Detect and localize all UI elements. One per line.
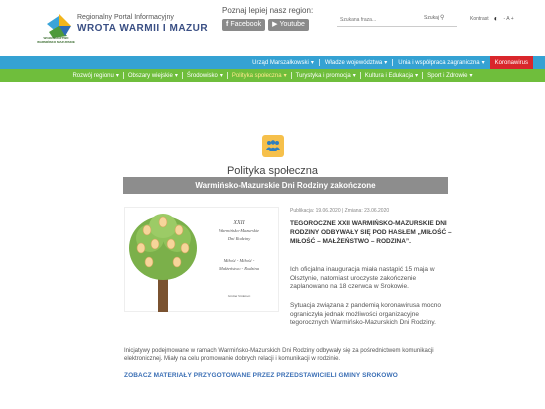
chevron-down-icon: ▾ <box>174 73 178 79</box>
article-title: Warmińsko-Mazurskie Dni Rodziny zakończo… <box>123 177 448 194</box>
region-label: Poznaj lepiej nasz region: <box>222 6 314 15</box>
youtube-icon: ▶ <box>272 21 278 28</box>
nav-item-rozwoj-regionu[interactable]: Rozwój regionu ▾ <box>68 72 122 80</box>
nav-item-koronawirus[interactable]: Koronawirus <box>489 56 533 69</box>
more-materials-link[interactable]: ZOBACZ MATERIAŁY PRZYGOTOWANE PRZEZ PRZE… <box>124 372 398 379</box>
article-lead: TEGOROCZNE XXII WARMIŃSKO-MAZURSKIE DNI … <box>290 220 452 245</box>
category-title: Polityka społeczna <box>226 165 319 177</box>
people-icon <box>262 135 284 157</box>
logo-subtitle: WOJEWÓDZTWO WARMIŃSKO MAZURSKIE <box>37 36 75 44</box>
portal-title[interactable]: WROTA WARMII I MAZUR <box>77 23 208 34</box>
search-button[interactable]: Szukaj ⚲ <box>424 14 445 22</box>
nav-item-unia[interactable]: Unia i współpraca zagraniczna ▾ <box>393 56 489 69</box>
nav-item-wladze-wojewodztwa[interactable]: Władze województwa ▾ <box>320 56 392 69</box>
nav-item-urzad-marszalkowski[interactable]: Urząd Marszałkowski ▾ <box>247 56 319 69</box>
chevron-down-icon: ▾ <box>310 60 314 66</box>
top-navigation: Urząd Marszałkowski ▾ Władze województwa… <box>0 56 545 69</box>
poster-line: Warmińsko-Mazurskie <box>218 228 260 233</box>
youtube-button[interactable]: ▶ Youtube <box>268 19 309 31</box>
chevron-down-icon: ▾ <box>115 73 119 79</box>
poster-line: Małżeństwo - Rodzina <box>219 266 259 271</box>
chevron-down-icon: ▾ <box>481 60 485 66</box>
contrast-label: Kontrast <box>470 15 489 22</box>
nav-item-polityka-spoleczna[interactable]: Polityka społeczna ▾ <box>228 72 291 80</box>
category-navigation: Rozwój regionu ▾ Obszary wiejskie ▾ Środ… <box>0 69 545 82</box>
publication-date: Publikacja: 19.06.2020 | Zmiana: 23.06.2… <box>290 208 390 214</box>
chevron-down-icon: ▾ <box>415 73 419 79</box>
article-paragraph: Sytuacja związana z pandemią koronawirus… <box>290 302 442 326</box>
chevron-down-icon: ▾ <box>469 73 473 79</box>
article-paragraph: Ich oficjalna inauguracja miała nastąpić… <box>290 266 435 290</box>
poster-line: Gmina Srokowo <box>227 294 251 298</box>
chevron-down-icon: ▾ <box>283 73 287 79</box>
social-links: f Facebook ▶ Youtube <box>222 19 309 31</box>
nav-item-kultura[interactable]: Kultura i Edukacja ▾ <box>361 72 422 80</box>
facebook-button[interactable]: f Facebook <box>222 19 266 31</box>
nav-item-sport[interactable]: Sport i Zdrowie ▾ <box>423 72 476 80</box>
accessibility-tools: Kontrast ◐ - A + <box>470 14 514 23</box>
font-size-controls[interactable]: - A + <box>503 16 513 22</box>
facebook-icon: f <box>226 21 229 28</box>
portal-subtitle: Regionalny Portal Informacyjny <box>77 14 174 21</box>
chevron-down-icon: ▾ <box>219 73 223 79</box>
chevron-down-icon: ▾ <box>352 73 356 79</box>
poster-line: XXII <box>233 220 245 226</box>
nav-item-obszary-wiejskie[interactable]: Obszary wiejskie ▾ <box>124 72 182 80</box>
poster-line: Miłość - Miłość - <box>223 258 255 263</box>
search-icon: ⚲ <box>440 15 445 21</box>
site-header: WOJEWÓDZTWO WARMIŃSKO MAZURSKIE Regional… <box>0 0 545 50</box>
search-label: Szukaj <box>424 14 440 21</box>
nav-item-srodowisko[interactable]: Środowisko ▾ <box>183 72 227 80</box>
article-paragraph: Inicjatywy podejmowane w ramach Warmińsk… <box>124 348 434 362</box>
youtube-label: Youtube <box>279 21 305 28</box>
contrast-icon[interactable]: ◐ <box>494 14 499 23</box>
facebook-label: Facebook <box>230 21 262 28</box>
chevron-down-icon: ▾ <box>384 60 388 66</box>
poster-line: Dni Rodziny <box>227 236 251 241</box>
nav-item-turystyka[interactable]: Turystyka i promocja ▾ <box>292 72 360 80</box>
